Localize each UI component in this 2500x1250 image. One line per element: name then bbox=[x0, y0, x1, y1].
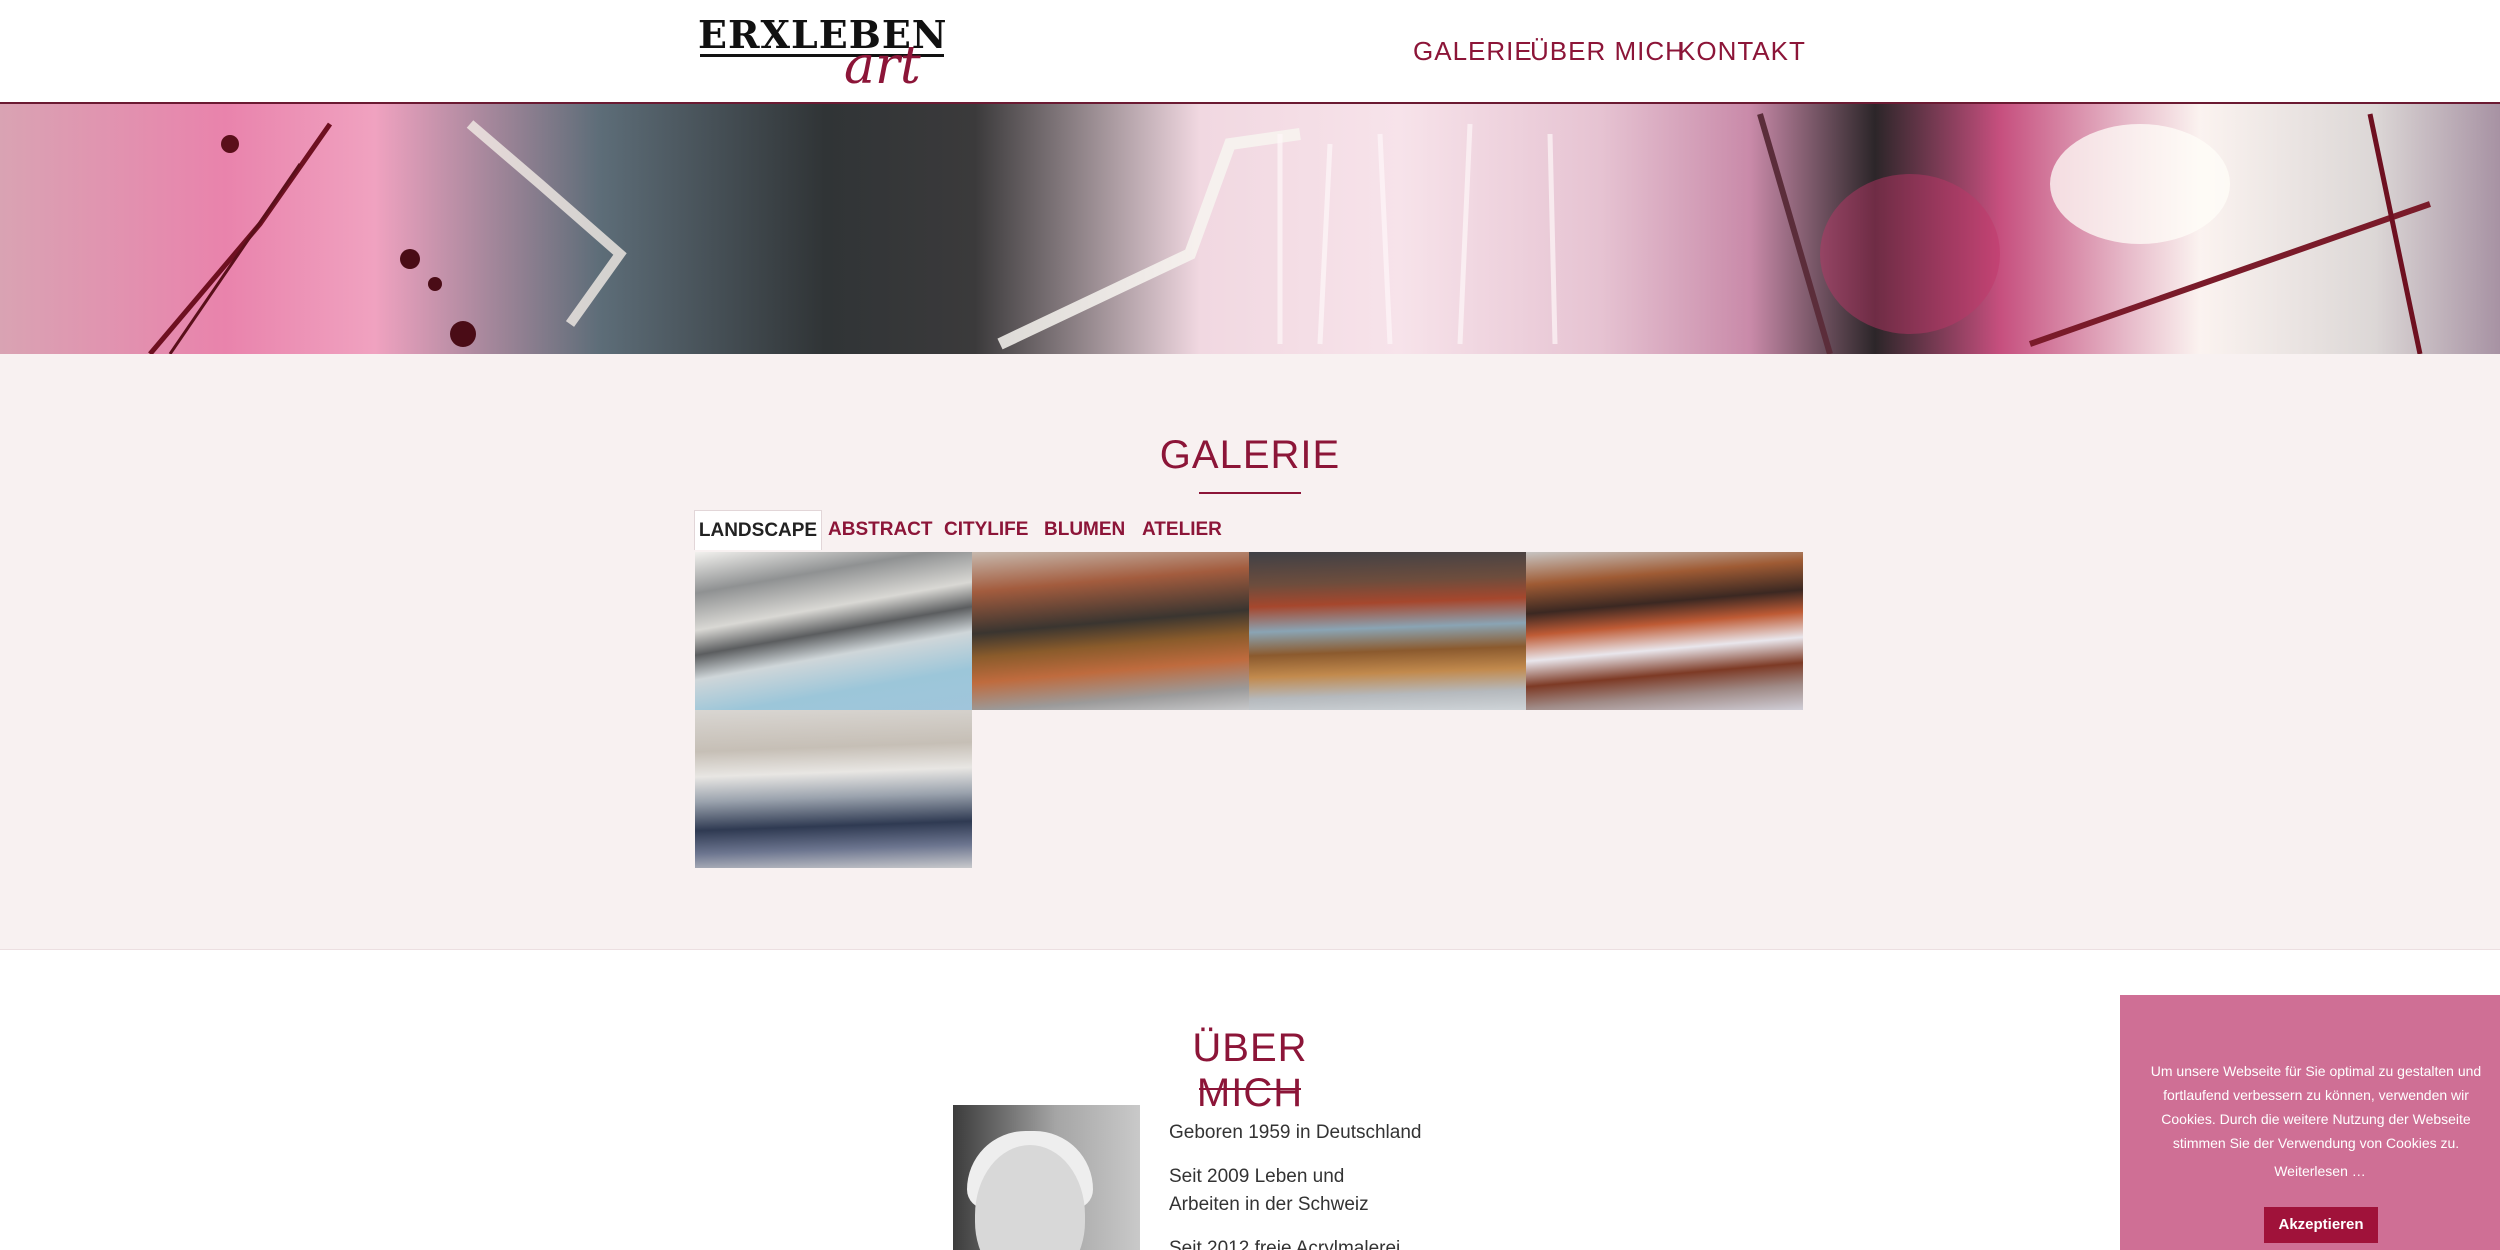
about-title: ÜBER MICH bbox=[1192, 1026, 1308, 1115]
cookie-accept-button[interactable]: Akzeptieren bbox=[2264, 1207, 2378, 1243]
nav-uber-mich[interactable]: ÜBER MICH bbox=[1530, 34, 1685, 68]
logo-script: art bbox=[844, 36, 921, 96]
gallery-title-underline bbox=[1199, 492, 1301, 494]
cookie-read-more-link[interactable]: Weiterlesen … bbox=[2120, 1163, 2500, 1179]
gallery-thumbnail[interactable] bbox=[695, 710, 972, 868]
gallery-title: GALERIE bbox=[1159, 433, 1341, 477]
hero-banner-image bbox=[0, 104, 2500, 354]
gallery-thumbnail[interactable] bbox=[695, 552, 972, 710]
tab-citylife[interactable]: CITYLIFE bbox=[944, 510, 1028, 550]
about-text-line: Geboren 1959 in Deutschland bbox=[1169, 1122, 1422, 1143]
gallery-thumbnail[interactable] bbox=[1526, 552, 1803, 710]
gallery-section: GALERIE LANDSCAPE ABSTRACT CITYLIFE BLUM… bbox=[0, 354, 2500, 950]
tab-blumen[interactable]: BLUMEN bbox=[1044, 510, 1125, 550]
cookie-consent-banner: Um unsere Webseite für Sie optimal zu ge… bbox=[2120, 995, 2500, 1250]
banner-paint-strokes bbox=[148, 113, 2431, 354]
about-text-line: Seit 2009 Leben und Arbeiten in der Schw… bbox=[1169, 1166, 1369, 1215]
about-title-underline bbox=[1199, 1088, 1301, 1090]
site-logo[interactable]: ERXLEBEN art bbox=[698, 14, 992, 93]
nav-kontakt[interactable]: KONTAKT bbox=[1678, 34, 1806, 68]
gallery-thumbnail[interactable] bbox=[972, 552, 1249, 710]
nav-galerie[interactable]: GALERIE bbox=[1413, 34, 1533, 68]
about-text-line: Seit 2012 freie Acrylmalerei bbox=[1169, 1238, 1401, 1250]
tab-atelier[interactable]: ATELIER bbox=[1142, 510, 1222, 550]
cookie-message: Um unsere Webseite für Sie optimal zu ge… bbox=[2150, 1063, 2482, 1151]
tab-landscape[interactable]: LANDSCAPE bbox=[694, 510, 822, 550]
artist-portrait bbox=[953, 1105, 1140, 1250]
gallery-thumbnail[interactable] bbox=[1249, 552, 1526, 710]
tab-abstract[interactable]: ABSTRACT bbox=[828, 510, 933, 550]
site-header: ERXLEBEN art GALERIE ÜBER MICH KONTAKT bbox=[0, 0, 2500, 104]
